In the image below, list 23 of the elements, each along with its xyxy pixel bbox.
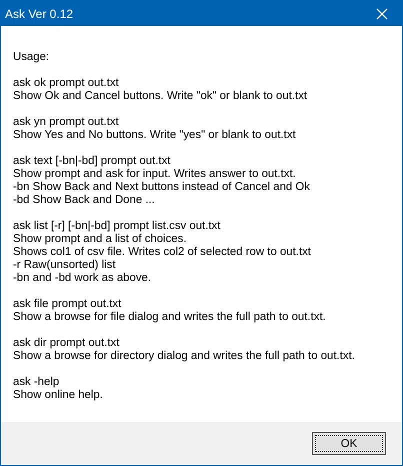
usage-text: -r Raw(unsorted) list (13, 259, 117, 272)
usage-text: ask list [-r] [-bn|-bd] prompt list.csv out.txt (13, 220, 222, 233)
usage-text: -bn and -bd work as above. (13, 272, 152, 285)
usage-text: Show a browse for directory dialog and writes the full path to out.txt. (13, 350, 356, 363)
usage-text: Show prompt and a list of choices. (13, 233, 188, 246)
usage-text: Show online help. (13, 389, 104, 402)
usage-text: ask file prompt out.txt (13, 298, 122, 311)
usage-text: ask ok prompt out.txt (13, 77, 120, 90)
window-title: Ask Ver 0.12 (4, 6, 74, 20)
usage-text: Show Ok and Cancel buttons. Write "ok" or blank to out.txt (13, 90, 308, 103)
usage-text: ask -help (13, 376, 60, 389)
usage-text: ask dir prompt out.txt (13, 337, 120, 350)
usage-text: Shows col1 of csv file. Writes col2 of selected row to out.txt (13, 246, 312, 259)
usage-text: -bd Show Back and Done ... (13, 194, 156, 207)
usage-text: Show Yes and No buttons. Write "yes" or blank to out.txt (13, 129, 297, 142)
usage-text: ask yn prompt out.txt (13, 116, 120, 129)
usage-text: -bn Show Back and Next buttons instead of Cancel and Ok (13, 181, 311, 194)
close-icon (376, 8, 388, 20)
usage-text: Show a browse for file dialog and writes the full path to out.txt. (13, 311, 327, 324)
usage-text: Usage: (13, 51, 50, 64)
usage-text: ask text [-bn|-bd] prompt out.txt (13, 155, 172, 168)
ok-button[interactable]: OK (312, 432, 386, 455)
usage-text: Show prompt and ask for input. Writes answer to out.txt. (13, 168, 297, 181)
